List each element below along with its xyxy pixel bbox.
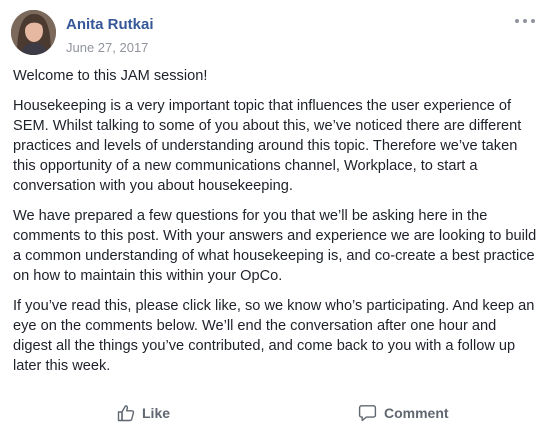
speech-bubble-icon <box>358 404 377 422</box>
avatar[interactable] <box>11 10 56 55</box>
feed-post: Anita Rutkai June 27, 2017 Welcome to th… <box>0 0 547 435</box>
author-block: Anita Rutkai June 27, 2017 <box>66 16 154 56</box>
post-paragraph: Welcome to this JAM session! <box>13 68 208 84</box>
thumbs-up-icon <box>117 404 135 422</box>
post-paragraph: Housekeeping is a very important topic t… <box>13 98 522 194</box>
like-label: Like <box>142 405 171 421</box>
post-paragraph: We have prepared a few questions for you… <box>13 208 537 284</box>
more-options-icon[interactable] <box>515 16 535 26</box>
comment-button[interactable]: Comment <box>358 404 449 422</box>
like-button[interactable]: Like <box>117 404 170 422</box>
more-dot <box>531 19 535 23</box>
post-timestamp[interactable]: June 27, 2017 <box>66 40 154 56</box>
more-dot <box>523 19 527 23</box>
avatar-photo <box>11 10 56 55</box>
more-dot <box>515 19 519 23</box>
post-header: Anita Rutkai June 27, 2017 <box>11 10 154 56</box>
comment-label: Comment <box>384 405 449 421</box>
post-paragraph: If you’ve read this, please click like, … <box>13 298 535 374</box>
author-name-link[interactable]: Anita Rutkai <box>66 16 154 34</box>
post-actions-bar: Like Comment <box>0 398 547 428</box>
post-body: Welcome to this JAM session! Housekeepin… <box>13 66 538 386</box>
